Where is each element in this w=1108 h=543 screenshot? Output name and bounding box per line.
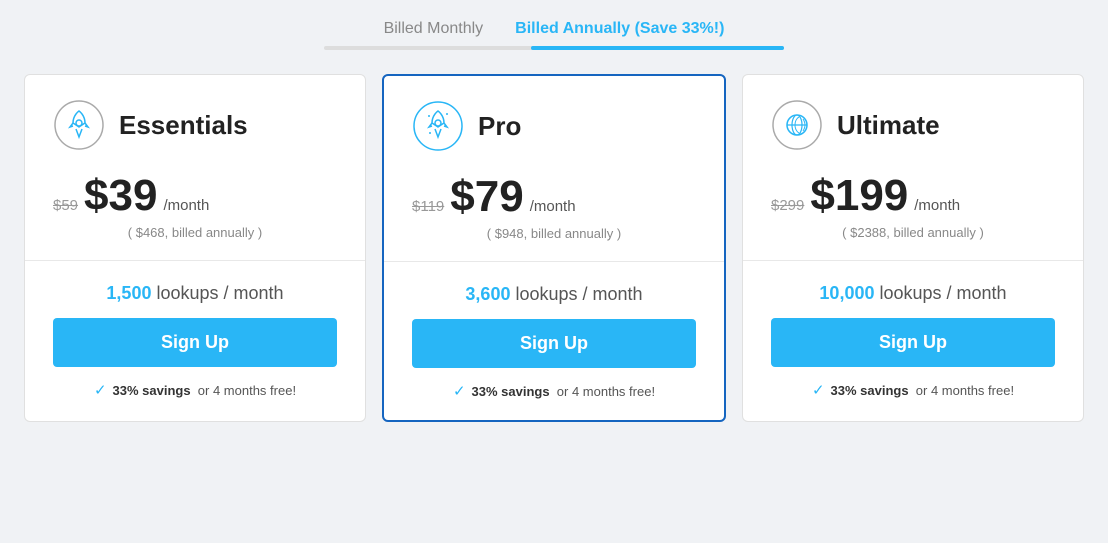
old-price-pro: $119 bbox=[412, 198, 444, 215]
signup-button-pro[interactable]: Sign Up bbox=[412, 319, 696, 368]
savings-text-pro: 33% savings or 4 months free! bbox=[472, 384, 656, 399]
card-header-essentials: Essentials bbox=[53, 99, 337, 151]
rocket-icon bbox=[53, 99, 105, 151]
new-price-pro: $79 bbox=[450, 172, 523, 222]
new-price-ultimate: $199 bbox=[810, 171, 908, 221]
per-month-ultimate: /month bbox=[914, 197, 960, 214]
rocket-sparkle-icon bbox=[412, 100, 464, 152]
check-icon-essentials: ✓ bbox=[94, 381, 107, 399]
old-price-ultimate: $299 bbox=[771, 197, 804, 214]
per-month-essentials: /month bbox=[163, 197, 209, 214]
signup-button-essentials[interactable]: Sign Up bbox=[53, 318, 337, 367]
billing-slider[interactable] bbox=[324, 46, 784, 50]
check-icon-ultimate: ✓ bbox=[812, 381, 825, 399]
savings-text-ultimate: 33% savings or 4 months free! bbox=[831, 383, 1015, 398]
per-month-pro: /month bbox=[530, 198, 576, 215]
lookups-count-pro: 3,600 bbox=[465, 284, 510, 304]
lookups-ultimate: 10,000 lookups / month bbox=[819, 283, 1006, 304]
card-header-pro: Pro bbox=[412, 100, 696, 152]
annual-note-essentials: ( $468, billed annually ) bbox=[53, 225, 337, 240]
price-row-ultimate: $299 $199 /month bbox=[771, 171, 1055, 221]
plan-name-pro: Pro bbox=[478, 111, 521, 142]
new-price-essentials: $39 bbox=[84, 171, 157, 221]
savings-note-ultimate: ✓ 33% savings or 4 months free! bbox=[812, 381, 1014, 399]
lookups-count-ultimate: 10,000 bbox=[819, 283, 874, 303]
billing-toggle: Billed Monthly Billed Annually (Save 33%… bbox=[384, 20, 725, 38]
card-top-ultimate: Ultimate $299 $199 /month ( $2388, bille… bbox=[743, 75, 1083, 261]
lookups-pro: 3,600 lookups / month bbox=[465, 284, 642, 305]
price-row-pro: $119 $79 /month bbox=[412, 172, 696, 222]
billing-annually[interactable]: Billed Annually (Save 33%!) bbox=[515, 20, 724, 38]
globe-rocket-icon bbox=[771, 99, 823, 151]
plan-card-ultimate: Ultimate $299 $199 /month ( $2388, bille… bbox=[742, 74, 1084, 422]
lookups-label-essentials: lookups / month bbox=[156, 283, 283, 303]
lookups-count-essentials: 1,500 bbox=[106, 283, 151, 303]
savings-note-pro: ✓ 33% savings or 4 months free! bbox=[453, 382, 655, 400]
card-bottom-ultimate: 10,000 lookups / month Sign Up ✓ 33% sav… bbox=[743, 261, 1083, 419]
card-bottom-essentials: 1,500 lookups / month Sign Up ✓ 33% savi… bbox=[25, 261, 365, 419]
savings-note-essentials: ✓ 33% savings or 4 months free! bbox=[94, 381, 296, 399]
card-top-essentials: Essentials $59 $39 /month ( $468, billed… bbox=[25, 75, 365, 261]
plan-name-ultimate: Ultimate bbox=[837, 110, 940, 141]
card-top-pro: Pro $119 $79 /month ( $948, billed annua… bbox=[384, 76, 724, 262]
signup-button-ultimate[interactable]: Sign Up bbox=[771, 318, 1055, 367]
plan-card-pro: Pro $119 $79 /month ( $948, billed annua… bbox=[382, 74, 726, 422]
annual-note-pro: ( $948, billed annually ) bbox=[412, 226, 696, 241]
savings-highlight-essentials: 33% savings bbox=[113, 383, 191, 398]
savings-highlight-ultimate: 33% savings bbox=[831, 383, 909, 398]
pricing-cards: Essentials $59 $39 /month ( $468, billed… bbox=[24, 74, 1084, 422]
savings-highlight-pro: 33% savings bbox=[472, 384, 550, 399]
plan-name-essentials: Essentials bbox=[119, 110, 248, 141]
savings-text-essentials: 33% savings or 4 months free! bbox=[113, 383, 297, 398]
billing-monthly[interactable]: Billed Monthly bbox=[384, 20, 484, 38]
lookups-essentials: 1,500 lookups / month bbox=[106, 283, 283, 304]
lookups-label-pro: lookups / month bbox=[515, 284, 642, 304]
lookups-label-ultimate: lookups / month bbox=[880, 283, 1007, 303]
check-icon-pro: ✓ bbox=[453, 382, 466, 400]
price-row-essentials: $59 $39 /month bbox=[53, 171, 337, 221]
card-header-ultimate: Ultimate bbox=[771, 99, 1055, 151]
card-bottom-pro: 3,600 lookups / month Sign Up ✓ 33% savi… bbox=[384, 262, 724, 420]
plan-card-essentials: Essentials $59 $39 /month ( $468, billed… bbox=[24, 74, 366, 422]
old-price-essentials: $59 bbox=[53, 197, 78, 214]
annual-note-ultimate: ( $2388, billed annually ) bbox=[771, 225, 1055, 240]
